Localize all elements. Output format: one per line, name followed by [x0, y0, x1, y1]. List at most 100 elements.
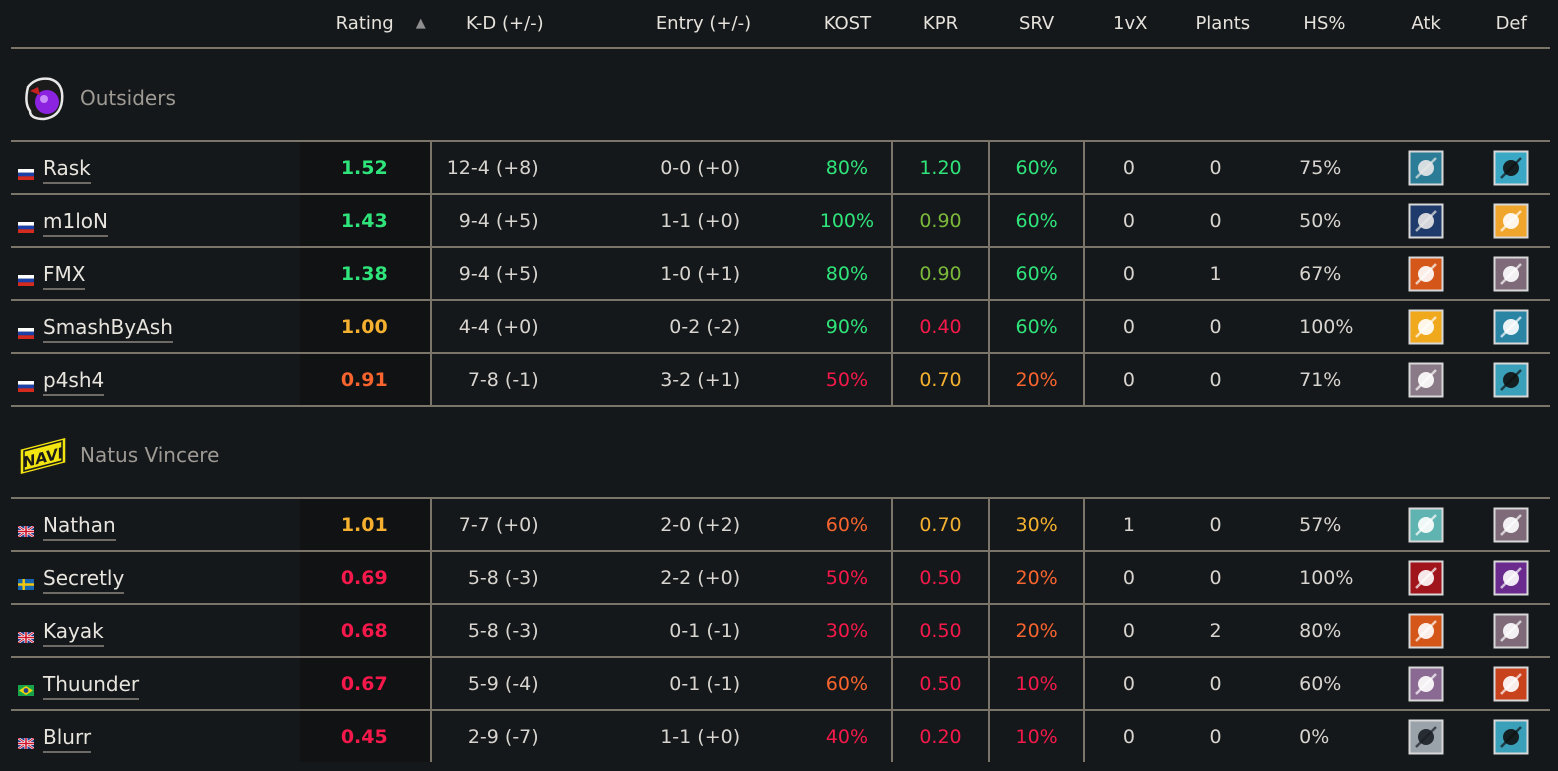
flag-se-icon: [18, 573, 34, 590]
entry-value: 0-0 (+0): [581, 141, 804, 195]
entry-value: 2-2 (+0): [581, 551, 804, 605]
team-header-cell: Outsiders: [11, 48, 1550, 142]
kost-value: 50%: [803, 551, 892, 605]
navi-logo: NAVI: [18, 435, 68, 476]
operator-def-icon-3[interactable]: [1493, 507, 1529, 543]
kd-value: 5-8 (-3): [429, 551, 582, 605]
kost-value: 80%: [803, 247, 892, 301]
kost-value: 60%: [803, 498, 892, 552]
hs-value: 75%: [1269, 141, 1380, 195]
operator-atk-icon-6[interactable]: [1408, 507, 1444, 543]
operator-atk-icon-9[interactable]: [1408, 719, 1444, 755]
player-cell: Secretly: [11, 551, 300, 605]
onevx-value: 0: [1082, 604, 1177, 658]
atk-operator-cell: [1379, 498, 1473, 552]
player-row: Kayak 0.68 5-8 (-3) 0-1 (-1) 30% 0.50 20…: [11, 604, 1550, 658]
header-row: Rating ▲ K-D (+/-) Entry (+/-) KOST KPR S…: [11, 0, 1550, 49]
operator-def-icon-5[interactable]: [1493, 719, 1529, 755]
atk-operator-cell: [1379, 247, 1473, 301]
player-name-link[interactable]: Rask: [43, 155, 91, 184]
header-kost[interactable]: KOST: [803, 0, 892, 49]
rating-value: 0.67: [299, 657, 431, 711]
header-hs[interactable]: HS%: [1269, 0, 1380, 49]
kd-value: 7-8 (-1): [429, 353, 582, 407]
player-name-link[interactable]: SmashByAsh: [43, 314, 173, 343]
header-srv[interactable]: SRV: [989, 0, 1084, 49]
kost-value: 100%: [803, 194, 892, 248]
player-name-link[interactable]: Kayak: [43, 618, 104, 647]
player-row: Secretly 0.69 5-8 (-3) 2-2 (+0) 50% 0.50…: [11, 551, 1550, 605]
def-operator-cell: [1472, 141, 1550, 195]
flag-gb-icon: [17, 732, 35, 750]
onevx-value: 0: [1082, 300, 1177, 354]
header-1vx[interactable]: 1vX: [1083, 0, 1177, 49]
player-cell: Rask: [11, 141, 300, 195]
hs-value: 67%: [1269, 247, 1380, 301]
team-header-row: NAVI Natus Vincere: [11, 406, 1550, 499]
player-cell: SmashByAsh: [11, 300, 300, 354]
def-operator-cell: [1472, 194, 1550, 248]
player-cell: m1loN: [11, 194, 300, 248]
operator-def-icon-2[interactable]: [1493, 203, 1529, 239]
player-name-link[interactable]: Secretly: [43, 565, 125, 594]
kpr-value: 0.70: [890, 498, 990, 552]
operator-def-icon-4[interactable]: [1493, 309, 1529, 345]
srv-value: 60%: [988, 194, 1084, 248]
header-plants[interactable]: Plants: [1176, 0, 1270, 49]
player-name-link[interactable]: p4sh4: [43, 367, 105, 396]
operator-atk-icon-7[interactable]: [1408, 560, 1444, 596]
operator-atk-icon-3[interactable]: [1408, 613, 1444, 649]
kd-value: 7-7 (+0): [429, 498, 582, 552]
header-atk[interactable]: Atk: [1379, 0, 1473, 49]
hs-value: 60%: [1269, 657, 1380, 711]
operator-atk-icon-8[interactable]: [1408, 666, 1444, 702]
header-kd[interactable]: K-D (+/-): [430, 0, 582, 49]
operator-def-icon-5[interactable]: [1493, 362, 1529, 398]
kpr-value: 0.50: [890, 657, 990, 711]
operator-def-icon-7[interactable]: [1493, 666, 1529, 702]
plants-value: 1: [1176, 247, 1270, 301]
operator-def-icon-1[interactable]: [1493, 150, 1529, 186]
kpr-value: 0.50: [890, 551, 990, 605]
operator-atk-icon-5[interactable]: [1408, 362, 1444, 398]
operator-atk-icon-4[interactable]: [1408, 309, 1444, 345]
onevx-value: 1: [1082, 498, 1177, 552]
player-cell: Thuunder: [11, 657, 300, 711]
player-row: Nathan 1.01 7-7 (+0) 2-0 (+2) 60% 0.70 3…: [11, 498, 1550, 552]
player-name-link[interactable]: FMX: [43, 261, 86, 290]
operator-def-icon-3[interactable]: [1493, 256, 1529, 292]
player-name-link[interactable]: m1loN: [43, 208, 108, 237]
operator-atk-icon-3[interactable]: [1408, 256, 1444, 292]
kd-value: 9-4 (+5): [429, 194, 582, 248]
atk-operator-cell: [1379, 353, 1473, 407]
rating-value: 0.45: [299, 710, 431, 762]
kd-value: 4-4 (+0): [429, 300, 582, 354]
plants-value: 0: [1209, 725, 1222, 748]
header-kpr[interactable]: KPR: [891, 0, 990, 49]
kd-value: 5-8 (-3): [429, 604, 582, 658]
srv-value: 10%: [988, 710, 1084, 762]
kpr-value: 0.90: [890, 194, 990, 248]
player-name-link[interactable]: Thuunder: [43, 671, 140, 700]
scoreboard: Rating ▲ K-D (+/-) Entry (+/-) KOST KPR S…: [0, 0, 1558, 771]
header-rating[interactable]: Rating ▲: [299, 0, 431, 49]
player-name-link[interactable]: Blurr: [43, 724, 92, 753]
entry-value: 1-1 (+0): [660, 725, 741, 748]
atk-operator-cell: [1379, 300, 1473, 354]
header-entry[interactable]: Entry (+/-): [581, 0, 804, 49]
header-def[interactable]: Def: [1472, 0, 1550, 49]
player-name-link[interactable]: Nathan: [43, 512, 116, 541]
entry-value: 1-0 (+1): [581, 247, 804, 301]
sort-ascending-icon[interactable]: ▲: [416, 16, 426, 31]
operator-def-icon-3[interactable]: [1493, 613, 1529, 649]
kpr-value: 0.20: [890, 710, 990, 762]
player-cell: Blurr: [11, 710, 300, 762]
entry-value: 2-0 (+2): [581, 498, 804, 552]
operator-atk-icon-1[interactable]: [1408, 150, 1444, 186]
kd-value: 5-9 (-4): [429, 657, 582, 711]
operator-atk-icon-2[interactable]: [1408, 203, 1444, 239]
operator-def-icon-6[interactable]: [1493, 560, 1529, 596]
team-header-row: Outsiders: [11, 48, 1550, 142]
entry-value: 3-2 (+1): [581, 353, 804, 407]
plants-value: 0: [1176, 353, 1270, 407]
